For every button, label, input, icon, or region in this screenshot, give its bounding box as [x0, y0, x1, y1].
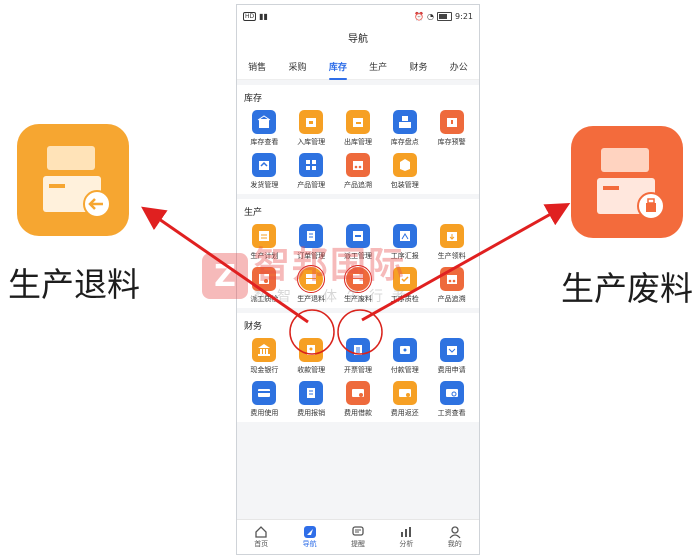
expense-request-icon — [439, 338, 464, 362]
tab-inventory[interactable]: 库存 — [327, 60, 349, 80]
loan-icon — [345, 381, 370, 405]
tab-purchase[interactable]: 采购 — [286, 60, 308, 73]
signal-icon: ▮▮ — [259, 11, 268, 21]
grid-icon — [299, 153, 324, 177]
hd-icon: HD — [243, 11, 257, 21]
battery-icon — [437, 11, 453, 21]
inspection-icon — [252, 267, 277, 291]
bottom-nav-reminder[interactable]: 提醒 — [351, 525, 365, 549]
expense-refund-button[interactable]: 费用返还 — [381, 381, 428, 418]
dispatch-icon — [345, 224, 370, 248]
warehouse-icon — [252, 110, 277, 134]
product-trace-button[interactable]: 产品追溯 — [335, 153, 382, 190]
wifi-icon: ◔ — [427, 11, 435, 21]
inventory-section: 库存 库存查看 入库管理 出库管理 库存盘点 库存预警 发货管理 产品管理 产品… — [237, 85, 479, 194]
expense-usage-button[interactable]: 费用使用 — [241, 381, 288, 418]
tab-production[interactable]: 生产 — [367, 60, 389, 73]
home-icon — [255, 526, 267, 538]
tab-sales[interactable]: 销售 — [246, 60, 268, 73]
process-inspection-button[interactable]: 工序质检 — [381, 267, 428, 304]
stock-out-button[interactable]: 出库管理 — [335, 110, 382, 147]
page-title: 导航 — [237, 27, 479, 53]
bank-icon — [252, 338, 277, 362]
invoice-management-button[interactable]: 开票管理 — [335, 338, 382, 375]
refund-icon — [392, 381, 417, 405]
package-icon — [392, 153, 417, 177]
bottom-nav-mine[interactable]: 我的 — [448, 525, 462, 549]
order-icon — [299, 224, 324, 248]
message-icon — [352, 526, 364, 536]
status-bar: HD ▮▮ ⏰ ◔ 9:21 — [237, 5, 479, 27]
bottom-nav: 首页 导航 提醒 分析 我的 — [237, 519, 479, 554]
packaging-button[interactable]: 包装管理 — [381, 153, 428, 190]
plan-icon — [252, 224, 277, 248]
finance-section: 财务 现金银行 收款管理 开票管理 付款管理 费用申请 费用使用 费用报销 费用… — [237, 313, 479, 422]
production-scrap-icon — [343, 265, 372, 293]
material-requisition-button[interactable]: 生产领料 — [428, 224, 475, 261]
production-return-label: 生产退料 — [8, 265, 140, 304]
stock-in-icon — [299, 110, 324, 134]
section-title: 财务 — [244, 322, 263, 332]
production-return-icon — [297, 265, 326, 293]
report-icon — [392, 224, 417, 248]
salary-view-button[interactable]: 工资查看 — [428, 381, 475, 418]
status-time: 9:21 — [455, 11, 473, 21]
receipt-management-button[interactable]: 收款管理 — [288, 338, 335, 375]
trace-icon — [345, 153, 370, 177]
expense-request-button[interactable]: 费用申请 — [428, 338, 475, 375]
stock-count-button[interactable]: 库存盘点 — [381, 110, 428, 147]
bottom-nav-navigation[interactable]: 导航 — [303, 525, 317, 549]
production-scrap-label: 生产废料 — [561, 269, 693, 308]
checklist-icon — [392, 267, 417, 291]
requisition-icon — [439, 224, 464, 248]
production-scrap-button[interactable]: 生产废料 — [335, 265, 382, 304]
tab-finance[interactable]: 财务 — [407, 60, 429, 73]
user-icon — [449, 526, 461, 539]
section-title: 库存 — [244, 94, 263, 104]
production-section: 生产 生产计划 订单管理 派工管理 工序汇报 生产领料 派工质检 生产退料 生产… — [237, 199, 479, 308]
invoice-icon — [345, 338, 370, 362]
bottom-nav-analysis[interactable]: 分析 — [399, 525, 413, 549]
card-icon — [252, 381, 277, 405]
salary-icon — [439, 381, 464, 405]
category-tabs: 销售 采购 库存 生产 财务 办公 — [237, 53, 479, 80]
payment-icon — [392, 338, 417, 362]
shipping-icon — [252, 153, 277, 177]
stock-in-button[interactable]: 入库管理 — [288, 110, 335, 147]
dispatch-inspection-button[interactable]: 派工质检 — [241, 267, 288, 304]
production-trace-button[interactable]: 产品追溯 — [428, 267, 475, 304]
alert-box-icon — [439, 110, 464, 134]
expense-loan-button[interactable]: 费用借款 — [335, 381, 382, 418]
trace-icon — [439, 267, 464, 291]
expense-reimbursement-button[interactable]: 费用报销 — [288, 381, 335, 418]
boxes-icon — [392, 110, 417, 134]
production-plan-button[interactable]: 生产计划 — [241, 224, 288, 261]
production-scrap-large-icon — [571, 126, 683, 238]
production-return-large-icon — [17, 124, 129, 236]
phone-screen: HD ▮▮ ⏰ ◔ 9:21 导航 销售 采购 库存 生产 财务 办公 库存 库… — [236, 4, 480, 555]
shipping-button[interactable]: 发货管理 — [241, 153, 288, 190]
dispatch-management-button[interactable]: 派工管理 — [335, 224, 382, 261]
tab-office[interactable]: 办公 — [448, 60, 470, 73]
production-return-button[interactable]: 生产退料 — [288, 265, 335, 304]
inventory-view-button[interactable]: 库存查看 — [241, 110, 288, 147]
process-report-button[interactable]: 工序汇报 — [381, 224, 428, 261]
stock-out-icon — [345, 110, 370, 134]
stock-alert-button[interactable]: 库存预警 — [428, 110, 475, 147]
payment-management-button[interactable]: 付款管理 — [381, 338, 428, 375]
navigation-icon — [303, 526, 316, 538]
bar-chart-icon — [401, 527, 412, 537]
cash-bank-button[interactable]: 现金银行 — [241, 338, 288, 375]
alarm-icon: ⏰ — [414, 11, 425, 21]
section-title: 生产 — [244, 208, 263, 218]
reimbursement-icon — [299, 381, 324, 405]
product-management-button[interactable]: 产品管理 — [288, 153, 335, 190]
bottom-nav-home[interactable]: 首页 — [254, 525, 268, 549]
order-management-button[interactable]: 订单管理 — [288, 224, 335, 261]
receipt-icon — [299, 338, 324, 362]
